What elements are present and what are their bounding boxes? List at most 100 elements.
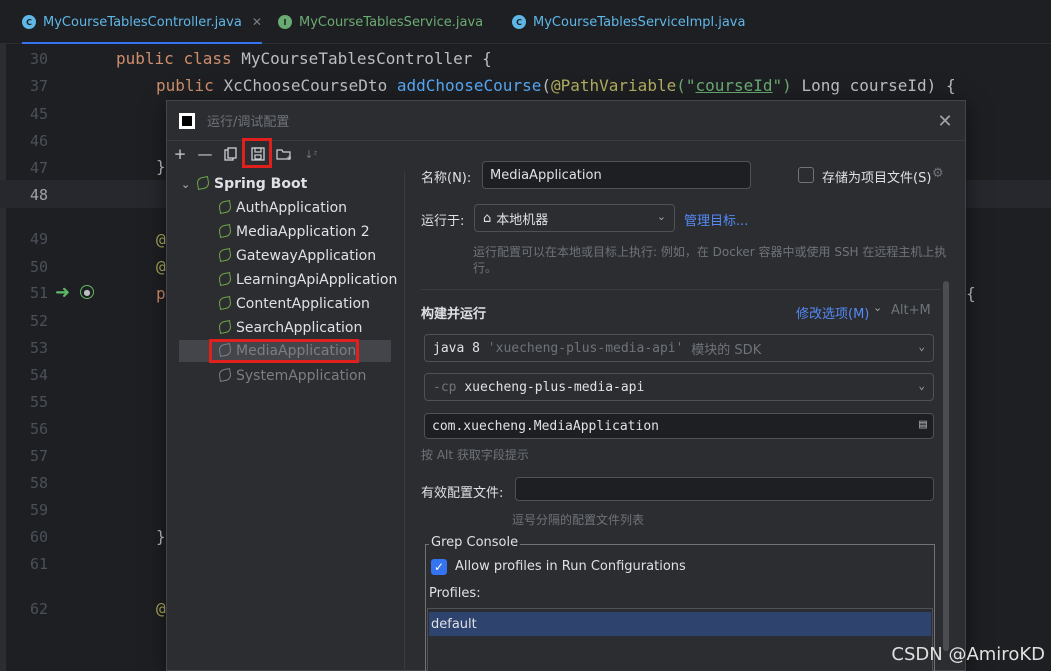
sdk-select[interactable]: java 8 'xuecheng-plus-media-api' 模块的 SDK… (424, 334, 934, 362)
modify-options-shortcut: Alt+M (891, 303, 931, 318)
run-on-select[interactable]: ⌂ 本地机器 ⌄ (474, 204, 675, 232)
close-icon[interactable]: ✕ (252, 15, 262, 29)
tree-item-label: ContentApplication (236, 296, 370, 312)
tab-controller[interactable]: C MyCourseTablesController.java ✕ (22, 0, 262, 44)
tab-label: MyCourseTablesServiceImpl.java (533, 14, 746, 30)
keyword: public (116, 49, 174, 68)
config-tree: ⌄ Spring Boot AuthApplication MediaAppli… (167, 171, 405, 671)
main-class-field[interactable]: com.xuecheng.MediaApplication ▤ (424, 413, 934, 439)
tree-item-label: SystemApplication (236, 368, 367, 384)
gear-icon[interactable]: ⚙ (932, 166, 944, 181)
code-line-62: @ (156, 599, 166, 618)
tree-item[interactable]: ContentApplication (218, 293, 370, 315)
name-label: 名称(N): (421, 171, 472, 186)
code-line-60: } (156, 527, 166, 546)
line-number: 30 (29, 50, 48, 68)
line-number: 58 (29, 474, 48, 492)
tab-label: MyCourseTablesController.java (43, 14, 242, 30)
name-field[interactable]: MediaApplication (482, 161, 751, 189)
close-icon[interactable]: ✕ (933, 109, 957, 133)
browse-icon[interactable]: ▤ (919, 417, 927, 432)
sdk-suffix: 模块的 SDK (691, 342, 762, 358)
code-line-47: } (156, 157, 166, 176)
class-icon: C (22, 15, 36, 29)
allow-profiles-label: Allow profiles in Run Configurations (455, 559, 686, 574)
tree-item[interactable]: GatewayApplication (218, 245, 376, 267)
run-arrow-icon[interactable]: ➜ (55, 282, 70, 303)
line-number: 50 (29, 258, 48, 276)
globe-icon[interactable]: ● (80, 285, 94, 299)
new-folder-icon[interactable]: + (273, 143, 295, 165)
tab-service[interactable]: I MyCourseTablesService.java (278, 0, 498, 44)
brace: { (482, 49, 492, 68)
list-item[interactable]: default (429, 612, 931, 636)
tree-item[interactable]: AuthApplication (218, 197, 347, 219)
line-number: 54 (29, 366, 48, 384)
line-number: 59 (29, 501, 48, 519)
main-class-value: com.xuecheng.MediaApplication (432, 418, 659, 434)
line-number: 55 (29, 393, 48, 411)
class-icon: C (512, 15, 526, 29)
tree-item[interactable]: SearchApplication (218, 317, 363, 339)
cp-value: xuecheng-plus-media-api (464, 379, 645, 395)
remove-icon[interactable]: — (194, 143, 216, 165)
class-name: MyCourseTablesController (241, 49, 473, 68)
svg-text:+: + (286, 154, 292, 161)
code-line-51-tail: { (966, 284, 976, 303)
manage-targets-link[interactable]: 管理目标... (684, 210, 748, 229)
chevron-down-icon: ⌄ (873, 301, 883, 314)
tree-item[interactable]: MediaApplication 2 (218, 221, 370, 243)
editor-tab-bar: C MyCourseTablesController.java ✕ I MyCo… (0, 0, 1051, 44)
run-on-label: 运行于: (421, 214, 465, 229)
profiles-list-label: Profiles: (429, 586, 481, 601)
cp-flag: -cp (433, 379, 457, 395)
sdk-module: 'xuecheng-plus-media-api' (487, 340, 684, 356)
spring-boot-icon (196, 176, 211, 191)
line-number: 37 (29, 77, 48, 95)
run-debug-config-dialog: 运行/调试配置 ✕ + — + ↓ᶻ ⌄ Spring Boot AuthApp… (166, 100, 966, 671)
chevron-down-icon: ⌄ (656, 210, 666, 223)
sort-icon[interactable]: ↓ᶻ (300, 143, 322, 165)
spring-boot-icon (218, 248, 233, 263)
line-number: 56 (29, 420, 48, 438)
profiles-field[interactable] (515, 477, 934, 501)
highlight-box-save (242, 138, 272, 168)
spring-boot-icon (218, 368, 233, 383)
store-as-project-label: 存储为项目文件(S) (822, 171, 932, 186)
grep-console-title: Grep Console (429, 535, 521, 550)
tree-group-label: Spring Boot (214, 176, 308, 192)
chevron-down-icon: ⌄ (918, 379, 925, 392)
dialog-title-bar: 运行/调试配置 ✕ (167, 101, 965, 141)
tree-item-label: LearningApiApplication (236, 272, 398, 288)
tab-service-impl[interactable]: C MyCourseTablesServiceImpl.java (512, 0, 752, 44)
interface-icon: I (278, 15, 292, 29)
copy-icon[interactable] (220, 143, 242, 165)
classpath-select[interactable]: -cp xuecheng-plus-media-api ⌄ (424, 373, 934, 401)
config-toolbar: + — + ↓ᶻ (167, 141, 405, 169)
add-icon[interactable]: + (169, 143, 191, 165)
profiles-hint: 逗号分隔的配置文件列表 (512, 513, 645, 527)
spring-boot-icon (218, 200, 233, 215)
code-line-51: p (156, 284, 166, 303)
modify-options-link[interactable]: 修改选项(M) (796, 303, 869, 322)
tree-item-label: SearchApplication (236, 320, 363, 336)
tree-item[interactable]: LearningApiApplication (218, 269, 398, 291)
tree-item[interactable]: SystemApplication (218, 365, 367, 387)
chevron-down-icon[interactable]: ⌄ (181, 178, 191, 191)
highlight-box-selected (209, 339, 359, 363)
profiles-label: 有效配置文件: (421, 486, 504, 501)
tree-group-spring-boot[interactable]: ⌄ Spring Boot (181, 173, 307, 195)
allow-profiles-checkbox[interactable]: ✓ (431, 559, 447, 575)
spring-boot-icon (218, 224, 233, 239)
keyword: class (183, 49, 232, 68)
store-as-project-checkbox[interactable] (798, 167, 814, 183)
spring-boot-icon (218, 296, 233, 311)
line-number: 61 (29, 555, 48, 573)
line-number: 52 (29, 312, 48, 330)
home-icon: ⌂ (483, 210, 492, 226)
tab-label: MyCourseTablesService.java (299, 14, 484, 30)
alt-hint: 按 Alt 获取字段提示 (421, 448, 529, 462)
scrollbar[interactable] (943, 281, 949, 651)
code-line-37: public XcChooseCourseDto addChooseCourse… (156, 76, 956, 95)
watermark: CSDN @AmiroKD (891, 644, 1045, 665)
